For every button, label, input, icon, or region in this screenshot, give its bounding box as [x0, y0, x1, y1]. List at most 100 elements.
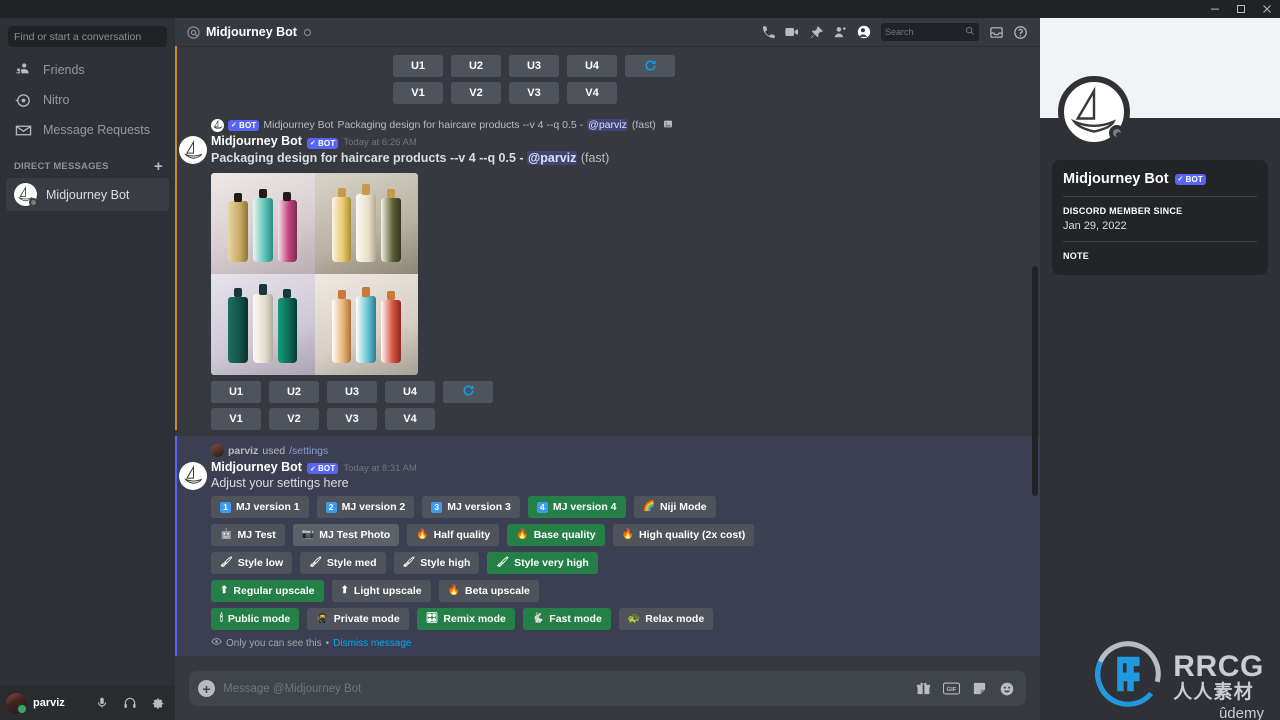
conversation-search-input[interactable]: Find or start a conversation: [8, 26, 167, 47]
composer-inner[interactable]: + Message @Midjourney Bot GIF: [189, 671, 1026, 706]
upscale-button-u3[interactable]: U3: [509, 55, 559, 77]
search-input[interactable]: Search: [881, 23, 979, 41]
up-arrow-icon: ⬆: [340, 585, 349, 596]
image-attachment-icon: [663, 119, 673, 132]
variation-button-v2[interactable]: V2: [269, 407, 319, 430]
attach-plus-icon[interactable]: +: [198, 680, 215, 697]
message-timestamp: Today at 6:26 AM: [343, 137, 417, 148]
pin-icon[interactable]: [804, 21, 828, 43]
settings-gear-icon[interactable]: [147, 692, 169, 714]
sidebar-item-label: Message Requests: [43, 123, 151, 137]
settings-button-style-high[interactable]: 🖌 Style high: [393, 552, 480, 574]
maximize-button[interactable]: [1228, 0, 1254, 18]
image-cell-4[interactable]: [314, 273, 418, 375]
variation-button-v3[interactable]: V3: [509, 82, 559, 104]
add-dm-button[interactable]: +: [154, 159, 165, 174]
paintbrush-icon: 🖌: [402, 557, 416, 568]
dm-item-midjourney-bot[interactable]: Midjourney Bot: [6, 178, 169, 211]
headphones-icon[interactable]: [119, 692, 141, 714]
sidebar-item-nitro[interactable]: Nitro: [6, 85, 169, 115]
at-icon: [184, 23, 202, 41]
upscale-button-u3[interactable]: U3: [327, 380, 377, 403]
settings-button-fast-mode[interactable]: 🐇 Fast mode: [522, 608, 611, 630]
image-cell-3[interactable]: [211, 273, 315, 375]
image-cell-2[interactable]: [314, 172, 418, 274]
settings-button-relax-mode[interactable]: 🐢 Relax mode: [618, 608, 714, 630]
variation-button-v2[interactable]: V2: [451, 82, 501, 104]
sticker-icon[interactable]: [969, 679, 989, 699]
gif-icon[interactable]: GIF: [941, 679, 961, 699]
member-since-label: DISCORD MEMBER SINCE: [1063, 206, 1183, 216]
minimize-button[interactable]: [1202, 0, 1228, 18]
variation-button-v4[interactable]: V4: [567, 82, 617, 104]
message-header: Midjourney Bot ✓ BOT Today at 8:31 AM: [211, 460, 1040, 474]
video-call-icon[interactable]: [780, 21, 804, 43]
settings-button-label: Private mode: [333, 613, 400, 625]
prompt-mention[interactable]: @parviz: [527, 150, 578, 165]
avatar[interactable]: [179, 136, 207, 164]
settings-button-mj-version-3[interactable]: 3 MJ version 3: [422, 496, 520, 518]
settings-button-mj-version-1[interactable]: 1 MJ version 1: [211, 496, 309, 518]
reply-mention[interactable]: @parviz: [587, 119, 628, 131]
settings-button-style-very-high[interactable]: 🖌 Style very high: [487, 552, 598, 574]
dismiss-message-link[interactable]: Dismiss message: [333, 638, 411, 649]
settings-button-style-low[interactable]: 🖌 Style low: [211, 552, 293, 574]
variation-button-v4[interactable]: V4: [385, 407, 435, 430]
settings-button-label: Style low: [237, 557, 284, 569]
inbox-icon[interactable]: [984, 21, 1008, 43]
settings-button-public-mode[interactable]: 🕯 Public mode: [211, 608, 300, 630]
user-avatar[interactable]: [6, 692, 28, 715]
refresh-icon: [462, 384, 475, 399]
reply-accent-bar: [175, 111, 177, 430]
upscale-button-u2[interactable]: U2: [451, 55, 501, 77]
message-list[interactable]: U1 U2 U3 U4 V1 V2 V3 V4 ✓ BOT Midjourney…: [175, 46, 1040, 671]
start-call-icon[interactable]: [756, 21, 780, 43]
upscale-button-u4[interactable]: U4: [385, 380, 435, 403]
settings-button-mj-version-4[interactable]: 4 MJ version 4: [527, 496, 626, 518]
profile-avatar[interactable]: [1058, 76, 1130, 148]
help-icon[interactable]: [1008, 21, 1032, 43]
settings-button-base-quality[interactable]: 🔥 Base quality: [507, 524, 605, 546]
message-author[interactable]: Midjourney Bot: [211, 460, 302, 474]
message-input[interactable]: Message @Midjourney Bot: [223, 683, 905, 695]
close-button[interactable]: [1254, 0, 1280, 18]
user-profile-icon[interactable]: [852, 21, 876, 43]
upscale-button-u1[interactable]: U1: [211, 380, 261, 403]
message-author[interactable]: Midjourney Bot: [211, 134, 302, 148]
emoji-icon[interactable]: [997, 679, 1017, 699]
sidebar-item-friends[interactable]: Friends: [6, 55, 169, 85]
avatar[interactable]: [179, 461, 207, 490]
command-used-label: used: [262, 444, 286, 457]
settings-button-light-upscale[interactable]: ⬆ Light upscale: [331, 580, 431, 602]
image-cell-1[interactable]: [211, 172, 315, 274]
variation-button-v1[interactable]: V1: [211, 407, 261, 430]
reroll-button[interactable]: [443, 380, 493, 403]
settings-button-half-quality[interactable]: 🔥 Half quality: [407, 524, 500, 546]
settings-button-regular-upscale[interactable]: ⬆ Regular upscale: [211, 580, 324, 602]
settings-button-niji-mode[interactable]: 🌈 Niji Mode: [633, 496, 716, 518]
nitro-icon: [14, 91, 32, 109]
sidebar-item-message-requests[interactable]: Message Requests: [6, 115, 169, 145]
variation-button-v1[interactable]: V1: [393, 82, 443, 104]
variation-button-v3[interactable]: V3: [327, 407, 377, 430]
reroll-button[interactable]: [625, 55, 675, 77]
settings-button-mj-test[interactable]: 🤖 MJ Test: [211, 524, 285, 546]
command-name[interactable]: /settings: [289, 445, 328, 457]
message-scrollbar[interactable]: [1032, 266, 1038, 496]
settings-button-remix-mode[interactable]: 🎛 Remix mode: [416, 608, 515, 630]
settings-button-high-quality[interactable]: 🔥 High quality (2x cost): [612, 524, 755, 546]
settings-button-mj-test-photo[interactable]: 📷 MJ Test Photo: [292, 524, 400, 546]
settings-button-mj-version-2[interactable]: 2 MJ version 2: [316, 496, 415, 518]
reply-reference[interactable]: ✓ BOT Midjourney Bot Packaging design for…: [211, 117, 1030, 133]
generated-image-grid[interactable]: [211, 172, 418, 375]
settings-button-style-med[interactable]: 🖌 Style med: [300, 552, 386, 574]
settings-button-beta-upscale[interactable]: 🔥 Beta upscale: [438, 580, 539, 602]
microphone-icon[interactable]: [91, 692, 113, 714]
add-friend-icon[interactable]: [828, 21, 852, 43]
paintbrush-icon: 🖌: [309, 557, 322, 568]
upscale-button-u4[interactable]: U4: [567, 55, 617, 77]
settings-button-private-mode[interactable]: 🥷 Private mode: [307, 608, 409, 630]
upscale-button-u1[interactable]: U1: [393, 55, 443, 77]
gift-icon[interactable]: [913, 679, 933, 699]
upscale-button-u2[interactable]: U2: [269, 380, 319, 403]
